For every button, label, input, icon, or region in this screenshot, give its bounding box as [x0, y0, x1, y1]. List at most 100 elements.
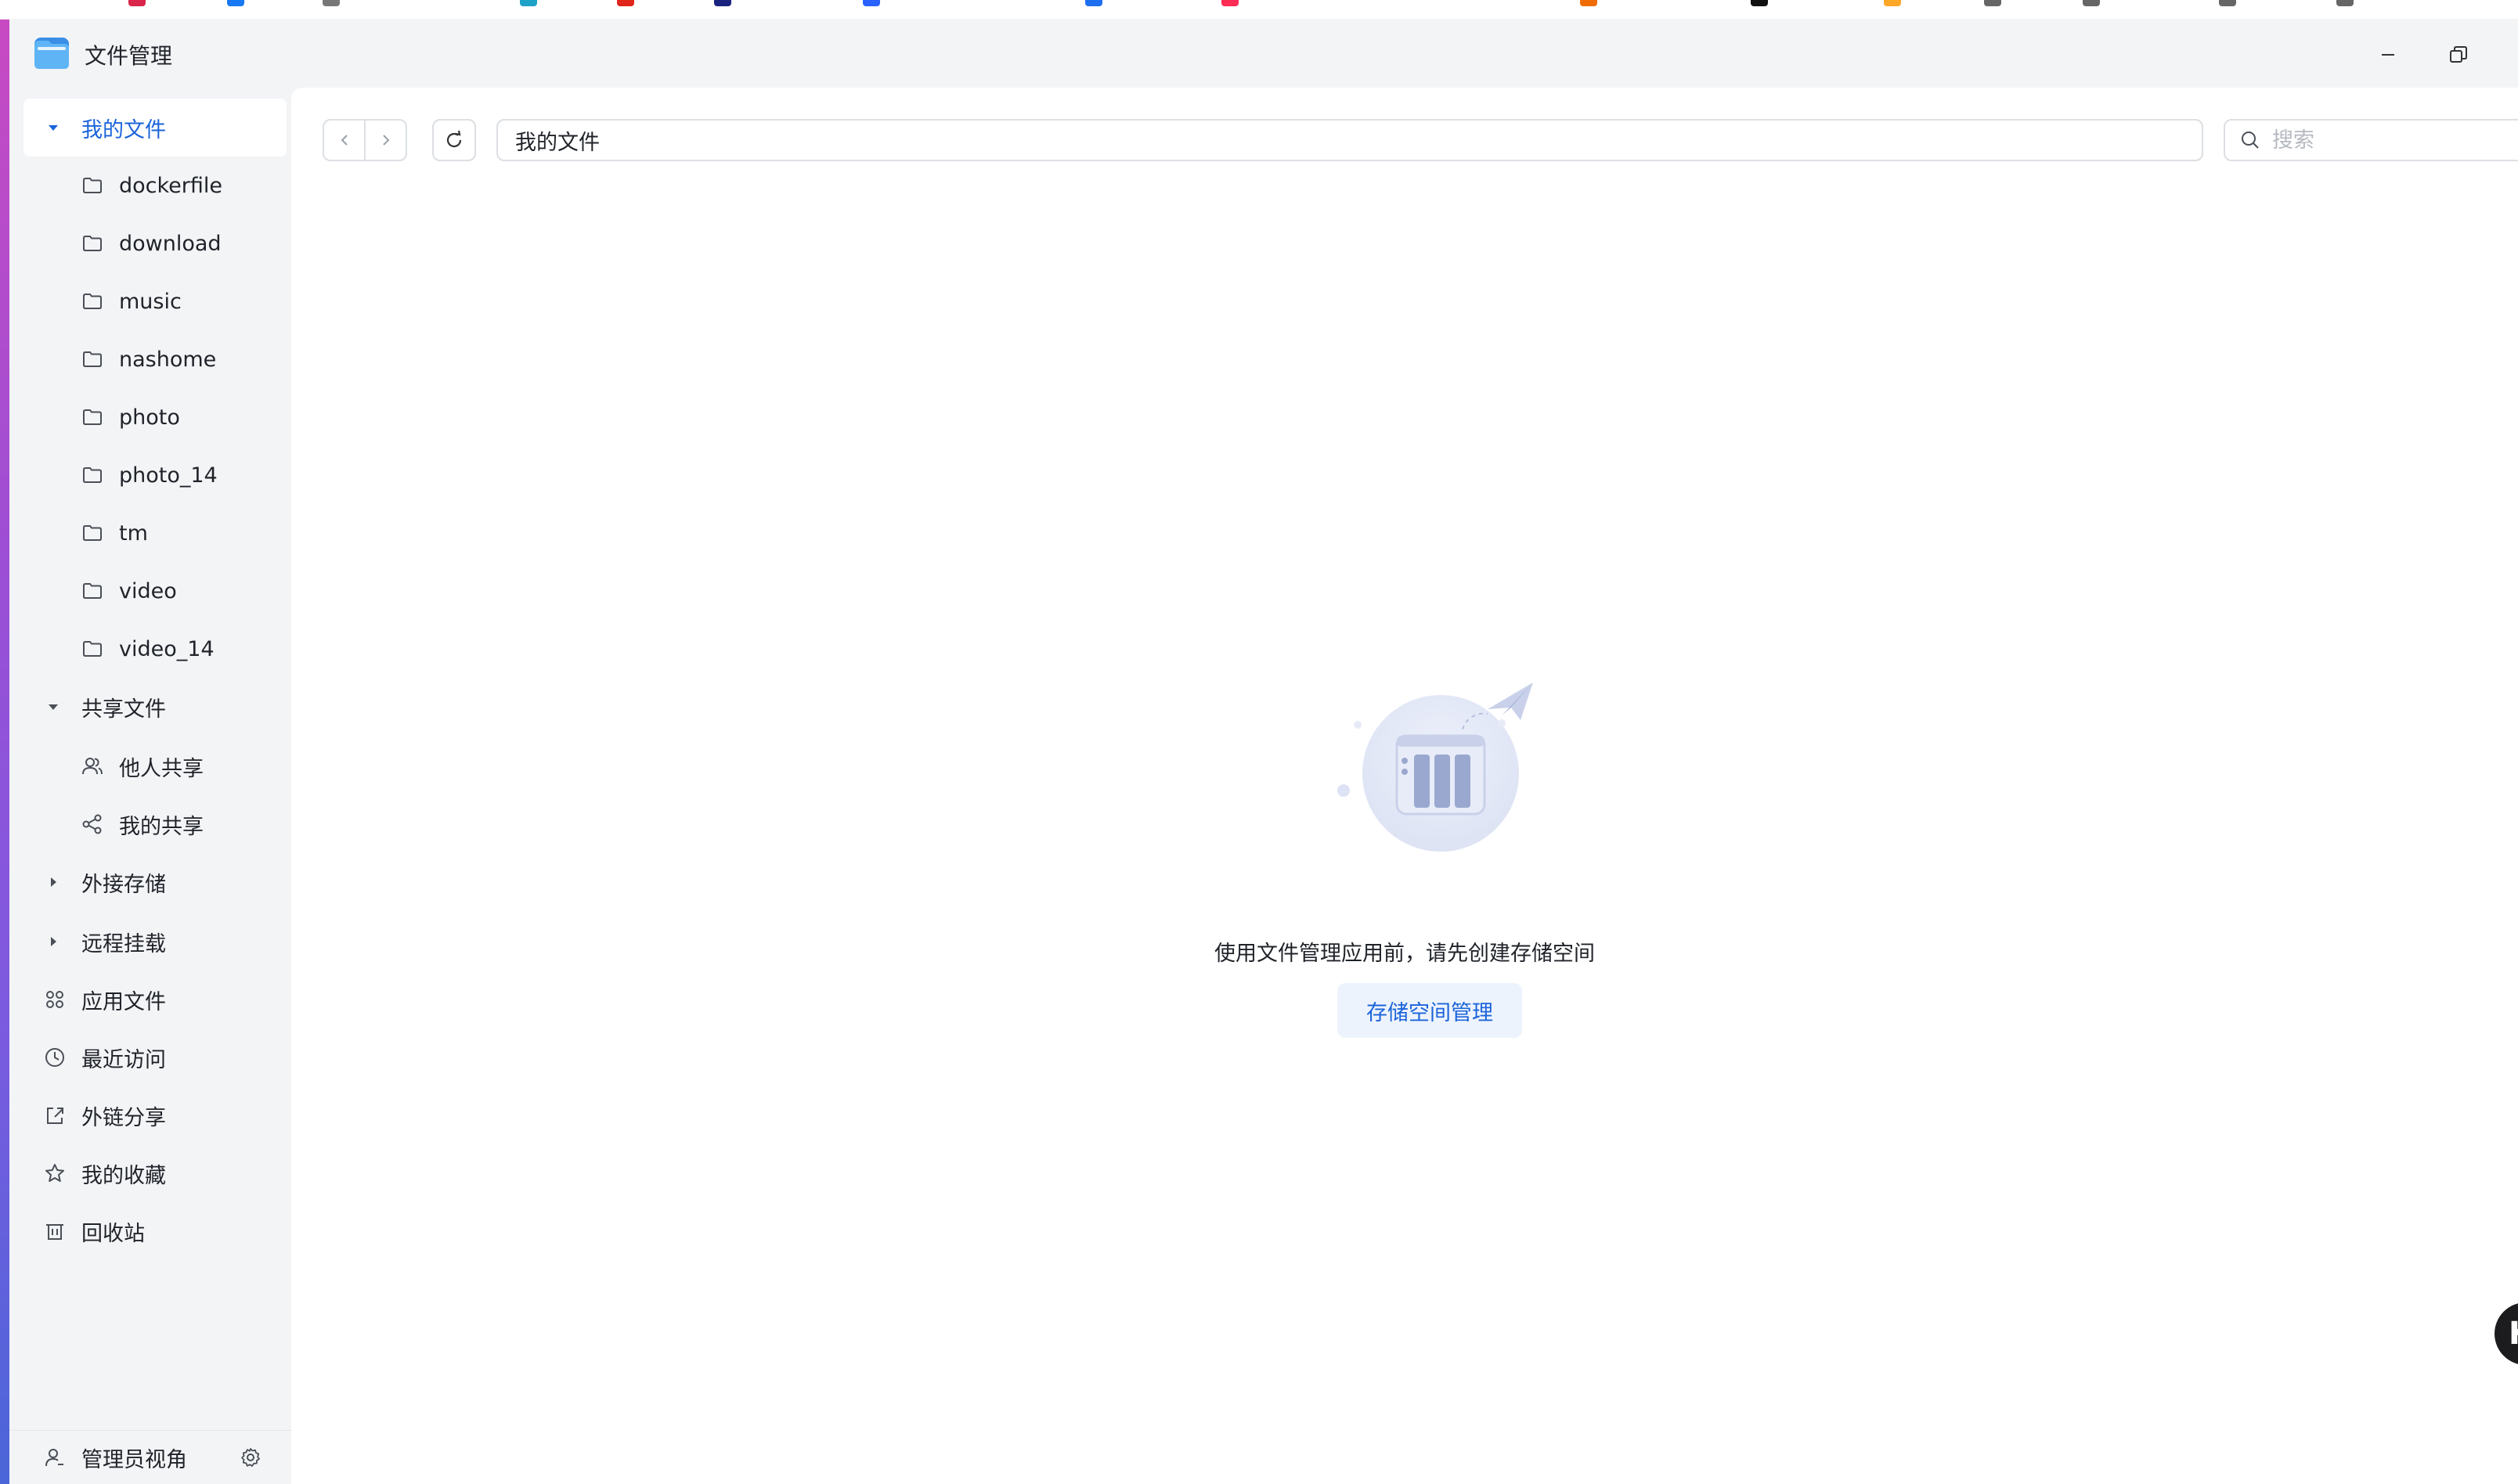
folder-label: tm	[119, 520, 148, 546]
bookmark-favicon[interactable]	[714, 0, 731, 6]
restore-button[interactable]	[2443, 39, 2474, 70]
sidebar-folder-item[interactable]: photo	[23, 388, 287, 446]
bookmark-favicon[interactable]	[863, 0, 880, 6]
bookmark-favicon[interactable]	[520, 0, 537, 6]
folder-icon	[83, 236, 102, 251]
folder-label: video_14	[119, 636, 215, 661]
bookmark-favicon[interactable]	[1751, 0, 1768, 6]
bookmark-favicon[interactable]	[2336, 0, 2354, 6]
bookmark-favicon[interactable]	[2083, 0, 2100, 6]
folder-label: photo	[119, 405, 180, 430]
sidebar-item-label: 共享文件	[81, 697, 166, 722]
floating-badge-letter: K	[2509, 1316, 2518, 1352]
sidebar-folder-item[interactable]: download	[23, 214, 287, 272]
empty-storage-illustration	[1337, 683, 1533, 852]
sidebar-folder-item[interactable]: video_14	[23, 620, 287, 678]
sidebar-item-shared-by-others[interactable]: 他人共享	[23, 737, 287, 795]
sidebar-item-label: 外接存储	[81, 872, 166, 897]
bookmark-favicon[interactable]	[323, 0, 340, 6]
sidebar-item-label: 回收站	[81, 1221, 145, 1246]
bookmark-favicon[interactable]	[1085, 0, 1102, 6]
users-icon	[82, 758, 103, 775]
sidebar-folder-item[interactable]: nashome	[23, 330, 287, 388]
refresh-button[interactable]	[432, 119, 476, 161]
sidebar-item-my-shares[interactable]: 我的共享	[23, 795, 287, 853]
bookmark-favicon[interactable]	[1221, 0, 1239, 6]
folder-icon	[83, 583, 102, 599]
folder-label: photo_14	[119, 463, 218, 488]
share-icon	[82, 814, 102, 834]
sidebar-item-recycle-bin[interactable]: 回收站	[23, 1202, 287, 1260]
folder-icon	[83, 178, 102, 193]
folder-label: video	[119, 578, 177, 603]
path-text: 我的文件	[515, 130, 600, 155]
refresh-icon	[446, 130, 462, 148]
trash-icon	[46, 1224, 63, 1240]
sidebar-item-label: 最近访问	[81, 1047, 166, 1072]
storage-management-button[interactable]: 存储空间管理	[1337, 983, 1522, 1038]
folder-icon	[83, 525, 102, 541]
sidebar-item-my-files[interactable]: 我的文件	[23, 99, 287, 157]
sidebar-item-label: 远程挂载	[81, 931, 166, 956]
folder-icon	[83, 351, 102, 367]
desktop-background-edge	[0, 0, 9, 1484]
bookmark-favicon[interactable]	[1580, 0, 1597, 6]
sidebar-folder-item[interactable]: music	[23, 272, 287, 330]
window-titlebar[interactable]: 文件管理	[9, 19, 2518, 88]
admin-view-label: 管理员视角	[81, 1447, 187, 1472]
bookmark-favicon[interactable]	[1884, 0, 1901, 6]
folder-icon	[83, 409, 102, 425]
sidebar-item-label: 他人共享	[119, 756, 204, 781]
sidebar-item-favorites[interactable]: 我的收藏	[23, 1144, 287, 1202]
folder-label: nashome	[119, 347, 217, 372]
sidebar-item-label: 外链分享	[81, 1105, 166, 1130]
sidebar-item-link-share[interactable]: 外链分享	[23, 1086, 287, 1144]
caret-down-icon[interactable]	[45, 699, 61, 715]
search-field[interactable]	[2224, 119, 2518, 161]
minimize-button[interactable]	[2372, 39, 2404, 70]
caret-down-icon[interactable]	[45, 120, 61, 135]
folder-label: music	[119, 289, 182, 314]
sidebar-item-recent[interactable]: 最近访问	[23, 1028, 287, 1086]
bookmark-favicon[interactable]	[227, 0, 244, 6]
bookmark-favicon[interactable]	[2219, 0, 2236, 6]
external-share-icon	[47, 1108, 63, 1124]
sidebar-item-label: 我的收藏	[81, 1163, 166, 1188]
browser-bookmark-strip	[0, 0, 2518, 20]
minimize-icon	[2382, 54, 2394, 56]
caret-right-icon[interactable]	[45, 874, 61, 890]
bookmark-favicon[interactable]	[128, 0, 146, 6]
sidebar-item-shared-files[interactable]: 共享文件	[23, 678, 287, 736]
bookmark-favicon[interactable]	[617, 0, 634, 6]
sidebar-folder-item[interactable]: video	[23, 562, 287, 620]
sidebar-item-app-files[interactable]: 应用文件	[23, 971, 287, 1028]
app-title: 文件管理	[85, 43, 173, 69]
chevron-right-icon	[382, 135, 389, 146]
sidebar-item-remote-mount[interactable]: 远程挂载	[23, 913, 287, 971]
back-button[interactable]	[324, 121, 366, 160]
empty-state-message: 使用文件管理应用前，请先创建存储空间	[1214, 942, 1595, 966]
folder-label: dockerfile	[119, 173, 223, 198]
caret-right-icon[interactable]	[45, 934, 61, 949]
settings-gear-icon[interactable]	[240, 1446, 262, 1468]
folder-icon	[83, 467, 102, 483]
apps-grid-icon	[46, 991, 63, 1008]
restore-icon	[2450, 46, 2467, 63]
sidebar-item-label: 我的文件	[81, 117, 166, 142]
sidebar-item-external-storage[interactable]: 外接存储	[23, 853, 287, 911]
path-breadcrumb[interactable]: 我的文件	[496, 119, 2203, 161]
sidebar-folder-item[interactable]: dockerfile	[23, 157, 287, 214]
bookmark-favicon[interactable]	[1984, 0, 2001, 6]
star-icon	[45, 1164, 64, 1182]
file-manager-window: 文件管理 我的文件 dockerfile download music nash…	[9, 19, 2518, 1484]
forward-button[interactable]	[366, 121, 406, 160]
search-icon	[2242, 131, 2259, 149]
sidebar-footer: 管理员视角	[9, 1430, 291, 1484]
sidebar-folder-item[interactable]: photo_14	[23, 446, 287, 504]
search-input[interactable]	[2271, 127, 2509, 153]
folder-icon	[83, 294, 102, 309]
folder-label: download	[119, 231, 222, 256]
sidebar-folder-item[interactable]: tm	[23, 504, 287, 562]
admin-view-toggle[interactable]: 管理员视角	[23, 1431, 227, 1484]
sidebar-item-label: 应用文件	[81, 989, 166, 1014]
